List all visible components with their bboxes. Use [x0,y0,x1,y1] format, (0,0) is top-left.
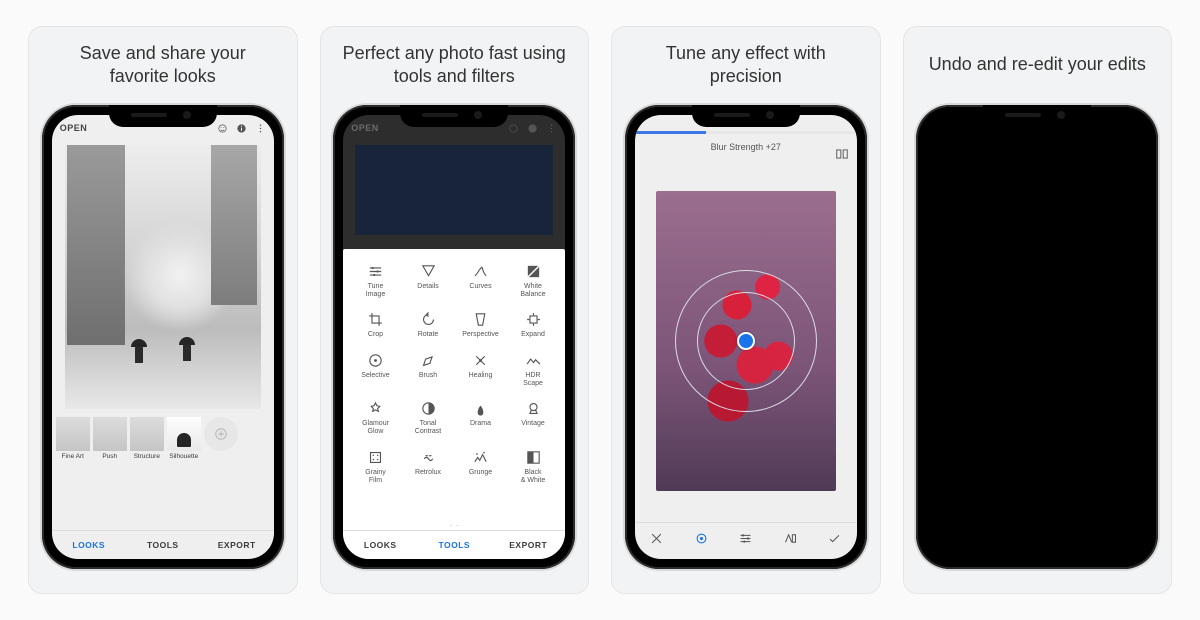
tool-healing[interactable]: Healing [454,352,507,387]
tool-brush[interactable]: Brush [402,352,455,387]
info-icon[interactable] [236,123,247,134]
effect-header: Blur Strength +27 [635,134,857,160]
phone-3: Blur Strength +27 [625,105,867,569]
tab-export-2[interactable]: EXPORT [491,540,565,550]
tool-crop[interactable]: Crop [349,311,402,339]
tab-looks-2[interactable]: LOOKS [343,540,417,550]
tools-sheet: TuneImageDetailsCurvesWhiteBalance CropRo… [343,249,565,559]
edit-toolbar [635,522,857,559]
phone-2: OPEN TuneImageDetailsCurvesWhiteBalance C… [333,105,575,569]
tool-retrolux[interactable]: Retrolux [402,449,455,484]
sliders-icon[interactable] [738,531,753,551]
tool-hdr-scape[interactable]: HDRScape [507,352,560,387]
tool-grunge[interactable]: Grunge [454,449,507,484]
tool-glamour-glow[interactable]: GlamourGlow [349,400,402,435]
more-icon [546,123,557,134]
photo-viewport [52,141,274,409]
tool-perspective[interactable]: Perspective [454,311,507,339]
tab-tools-2[interactable]: TOOLS [417,540,491,550]
caption-1: Save and share your favorite looks [41,27,285,105]
phone-4: ✦ Grainy FilmVignetteTune ImageCropOrigi… [916,105,1158,569]
phone-1: OPEN F [42,105,284,569]
caption-4: Undo and re-edit your edits [919,27,1156,105]
look-silhouette[interactable]: Silhouette [167,417,201,460]
tool-expand[interactable]: Expand [507,311,560,339]
card-4: Undo and re-edit your edits ✦ Grainy Fil… [903,26,1173,594]
face-icon [508,123,519,134]
tool-tune-image[interactable]: TuneImage [349,263,402,298]
focus-handle[interactable] [737,332,755,350]
card-2: Perfect any photo fast using tools and f… [320,26,590,594]
bottom-tabs-1: LOOKS TOOLS EXPORT [52,530,274,559]
tool-details[interactable]: Details [402,263,455,298]
tool-vintage[interactable]: Vintage [507,400,560,435]
open-button-dim: OPEN [351,123,379,133]
close-icon[interactable] [649,531,664,551]
tool-grainy-film[interactable]: GrainyFilm [349,449,402,484]
tool-rotate[interactable]: Rotate [402,311,455,339]
tool-curves[interactable]: Curves [454,263,507,298]
palette-icon[interactable] [783,531,798,551]
look-structure[interactable]: Structure [130,417,164,460]
open-button[interactable]: OPEN [60,123,88,133]
tool-tonal-contrast[interactable]: TonalContrast [402,400,455,435]
screenshot-gallery: Save and share your favorite looks OPEN [0,0,1200,620]
caption-2: Perfect any photo fast using tools and f… [333,27,577,105]
more-icon[interactable] [255,123,266,134]
face-icon[interactable] [217,123,228,134]
tab-export[interactable]: EXPORT [200,540,274,550]
bottom-tabs-2: LOOKS TOOLS EXPORT [343,530,565,559]
caption-3: Tune any effect with precision [624,27,868,105]
tab-tools[interactable]: TOOLS [126,540,200,550]
photo-viewport-3[interactable] [635,160,857,522]
tab-looks[interactable]: LOOKS [52,540,126,550]
dimmed-photo [355,145,553,235]
look-push[interactable]: Push [93,417,127,460]
card-3: Tune any effect with precision Blur Stre… [611,26,881,594]
tool-selective[interactable]: Selective [349,352,402,387]
effect-value: Blur Strength +27 [711,142,781,152]
adjust-icon[interactable] [694,531,709,551]
confirm-icon[interactable] [827,531,842,551]
tool-drama[interactable]: Drama [454,400,507,435]
looks-thumbnails: Fine Art Push Structure Silhouette [52,415,274,460]
tool-black-white[interactable]: Black& White [507,449,560,484]
look-fine-art[interactable]: Fine Art [56,417,90,460]
card-1: Save and share your favorite looks OPEN [28,26,298,594]
tool-white-balance[interactable]: WhiteBalance [507,263,560,298]
add-look[interactable] [204,417,238,451]
info-icon [527,123,538,134]
